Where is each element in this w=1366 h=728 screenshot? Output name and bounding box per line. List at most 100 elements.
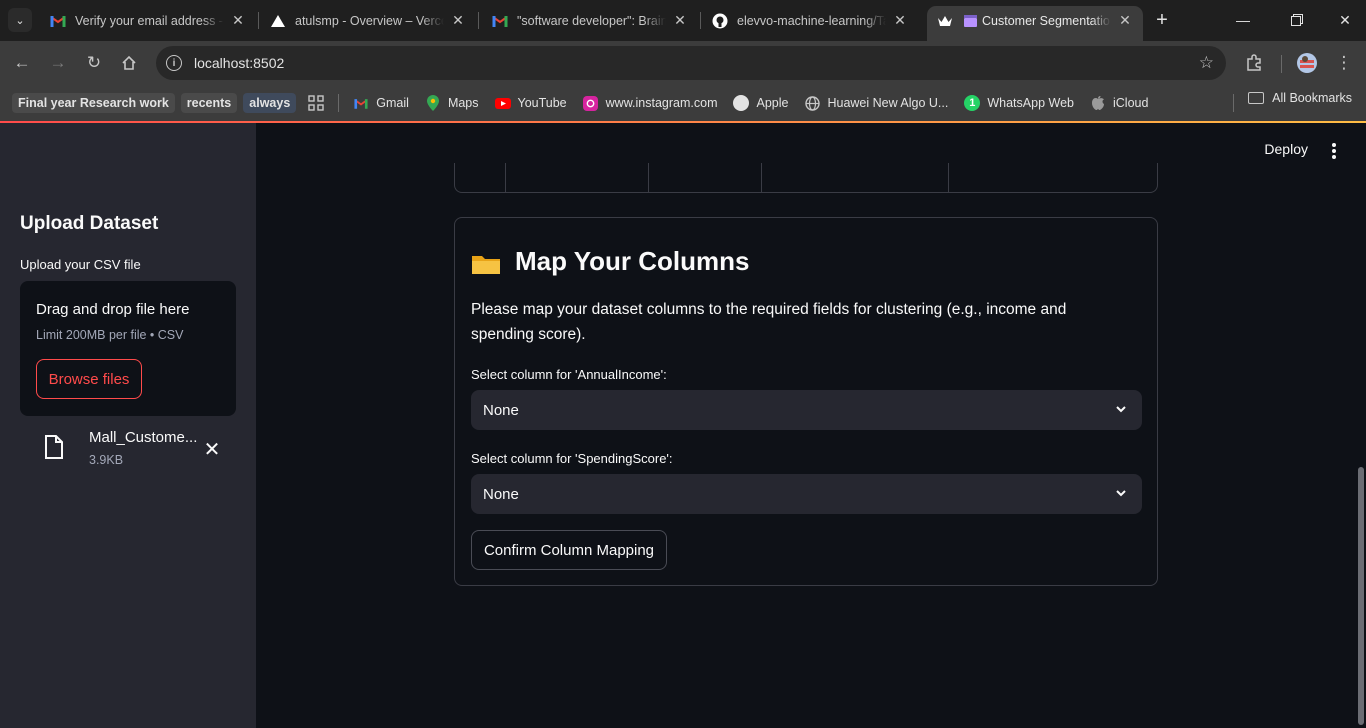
folder-icon [1248,92,1265,104]
bookmark-label: Huawei New Algo U... [827,96,949,110]
tab-github[interactable]: elevvo-machine-learning/Tas ✕ [702,6,918,35]
new-tab-button[interactable]: + [1150,8,1174,32]
column-divider [948,163,949,193]
all-bookmarks-button[interactable]: All Bookmarks [1248,91,1352,105]
main-menu-kebab-icon[interactable] [1326,141,1342,161]
bookmark-icloud[interactable]: iCloud [1084,91,1154,115]
previous-dataframe-bottom [454,163,1158,193]
toolbar-separator [1281,55,1282,73]
bookmark-maps[interactable]: Maps [419,91,485,115]
maps-pin-icon [425,95,441,111]
browser-menu-kebab-icon[interactable]: ⋮ [1330,49,1358,77]
chevron-down-icon [1114,486,1128,500]
file-size: 3.9KB [89,453,124,467]
remove-file-icon[interactable]: ✕ [202,437,222,462]
tab-separator [258,12,259,29]
uploader-label: Upload your CSV file [20,257,141,272]
bookmark-whatsapp[interactable]: 1 WhatsApp Web [958,91,1080,115]
deploy-button[interactable]: Deploy [1264,141,1308,157]
section-heading: Map Your Columns [471,246,750,277]
bookmark-label: Gmail [376,96,409,110]
restore-icon[interactable] [1272,0,1322,40]
bookmark-label: Maps [447,96,479,110]
apps-grid-icon[interactable] [302,91,330,115]
all-bookmarks-label: All Bookmarks [1272,91,1352,105]
reload-icon[interactable]: ↻ [80,49,108,77]
bookmark-folder-recents[interactable]: recents [180,93,238,113]
address-bar[interactable]: i localhost:8502 ☆ [156,46,1226,80]
tab-vercel[interactable]: atulsmp - Overview – Vercel ✕ [260,6,476,35]
spending-select-label: Select column for 'SpendingScore': [471,451,673,466]
bookmark-youtube[interactable]: YouTube [489,91,573,115]
apple-icon [1090,95,1106,111]
url-text: localhost:8502 [194,55,285,71]
bookmark-label: WhatsApp Web [987,96,1074,110]
income-column-select[interactable]: None [471,390,1142,430]
uploaded-file: Mall_Custome... 3.9KB ✕ [20,423,236,471]
tab-close-icon[interactable]: ✕ [450,12,466,29]
tab-title: Customer Segmentation [982,13,1111,28]
tab-search-chevron-icon[interactable]: ⌄ [8,8,32,32]
spending-select-value: None [483,485,519,503]
dropzone-title: Drag and drop file here [36,301,190,318]
column-mapping-form: Map Your Columns Please map your dataset… [454,217,1158,586]
file-dropzone[interactable]: Drag and drop file here Limit 200MB per … [20,281,236,416]
browse-files-button[interactable]: Browse files [36,359,142,399]
folder-emoji-icon [471,251,501,274]
bookmark-huawei[interactable]: Huawei New Algo U... [798,91,954,115]
gmail-icon [492,13,508,29]
bookmark-folder-always[interactable]: always [243,93,297,113]
instagram-icon [583,95,599,111]
clapper-icon [962,13,978,29]
browser-tab-strip: ⌄ Verify your email address - c ✕ atulsm… [0,0,1366,41]
scrollbar-thumb[interactable] [1358,467,1364,725]
apple-icon [733,95,750,111]
main-content: Deploy Map Your Columns Please map your … [256,123,1366,728]
streamlit-crown-icon [937,13,953,29]
bookmark-label: www.instagram.com [605,96,718,110]
bookmark-label: YouTube [517,96,567,110]
tab-customer-segmentation[interactable]: Customer Segmentation ✕ [927,6,1143,41]
tab-title: atulsmp - Overview – Vercel [295,13,444,28]
tab-gmail-verify[interactable]: Verify your email address - c ✕ [40,6,256,35]
minimize-icon[interactable]: — [1218,0,1268,40]
tab-title: elevvo-machine-learning/Tas [737,13,886,28]
tab-title: Verify your email address - c [75,13,224,28]
bookmark-folder-research[interactable]: Final year Research work [12,93,175,113]
tab-close-icon[interactable]: ✕ [1117,12,1133,29]
tab-close-icon[interactable]: ✕ [672,12,688,29]
gmail-icon [353,95,369,111]
tab-close-icon[interactable]: ✕ [892,12,908,29]
bookmarks-separator [1233,94,1234,112]
close-window-icon[interactable]: ✕ [1320,0,1366,40]
income-select-value: None [483,401,519,419]
column-divider [648,163,649,193]
tab-separator [700,12,701,29]
forward-arrow-icon[interactable]: → [44,49,72,77]
back-arrow-icon[interactable]: ← [8,49,36,77]
tab-title: "software developer": Braintr [517,13,666,28]
sidebar: Upload Dataset Upload your CSV file Drag… [0,123,256,728]
bookmark-star-icon[interactable]: ☆ [1199,53,1214,73]
extensions-puzzle-icon[interactable] [1240,49,1268,77]
youtube-icon [494,95,511,111]
site-info-icon[interactable]: i [166,55,182,71]
scrollbar[interactable] [1356,123,1366,728]
bookmarks-separator [338,94,340,112]
bookmark-gmail[interactable]: Gmail [347,91,415,115]
profile-avatar[interactable] [1293,49,1321,77]
dropzone-limit: Limit 200MB per file • CSV [36,328,184,342]
vercel-icon [270,13,286,29]
column-divider [505,163,506,193]
bookmark-apple[interactable]: Apple [727,91,794,115]
file-name: Mall_Custome... [89,429,198,446]
bookmark-instagram[interactable]: www.instagram.com [577,91,724,115]
bookmarks-bar: Final year Research work recents always … [0,85,1366,121]
spending-column-select[interactable]: None [471,474,1142,514]
tab-close-icon[interactable]: ✕ [230,12,246,29]
tab-gmail-search[interactable]: "software developer": Braintr ✕ [482,6,698,35]
tab-separator [478,12,479,29]
home-icon[interactable] [115,49,143,77]
confirm-column-mapping-button[interactable]: Confirm Column Mapping [471,530,667,570]
github-icon [712,13,728,29]
